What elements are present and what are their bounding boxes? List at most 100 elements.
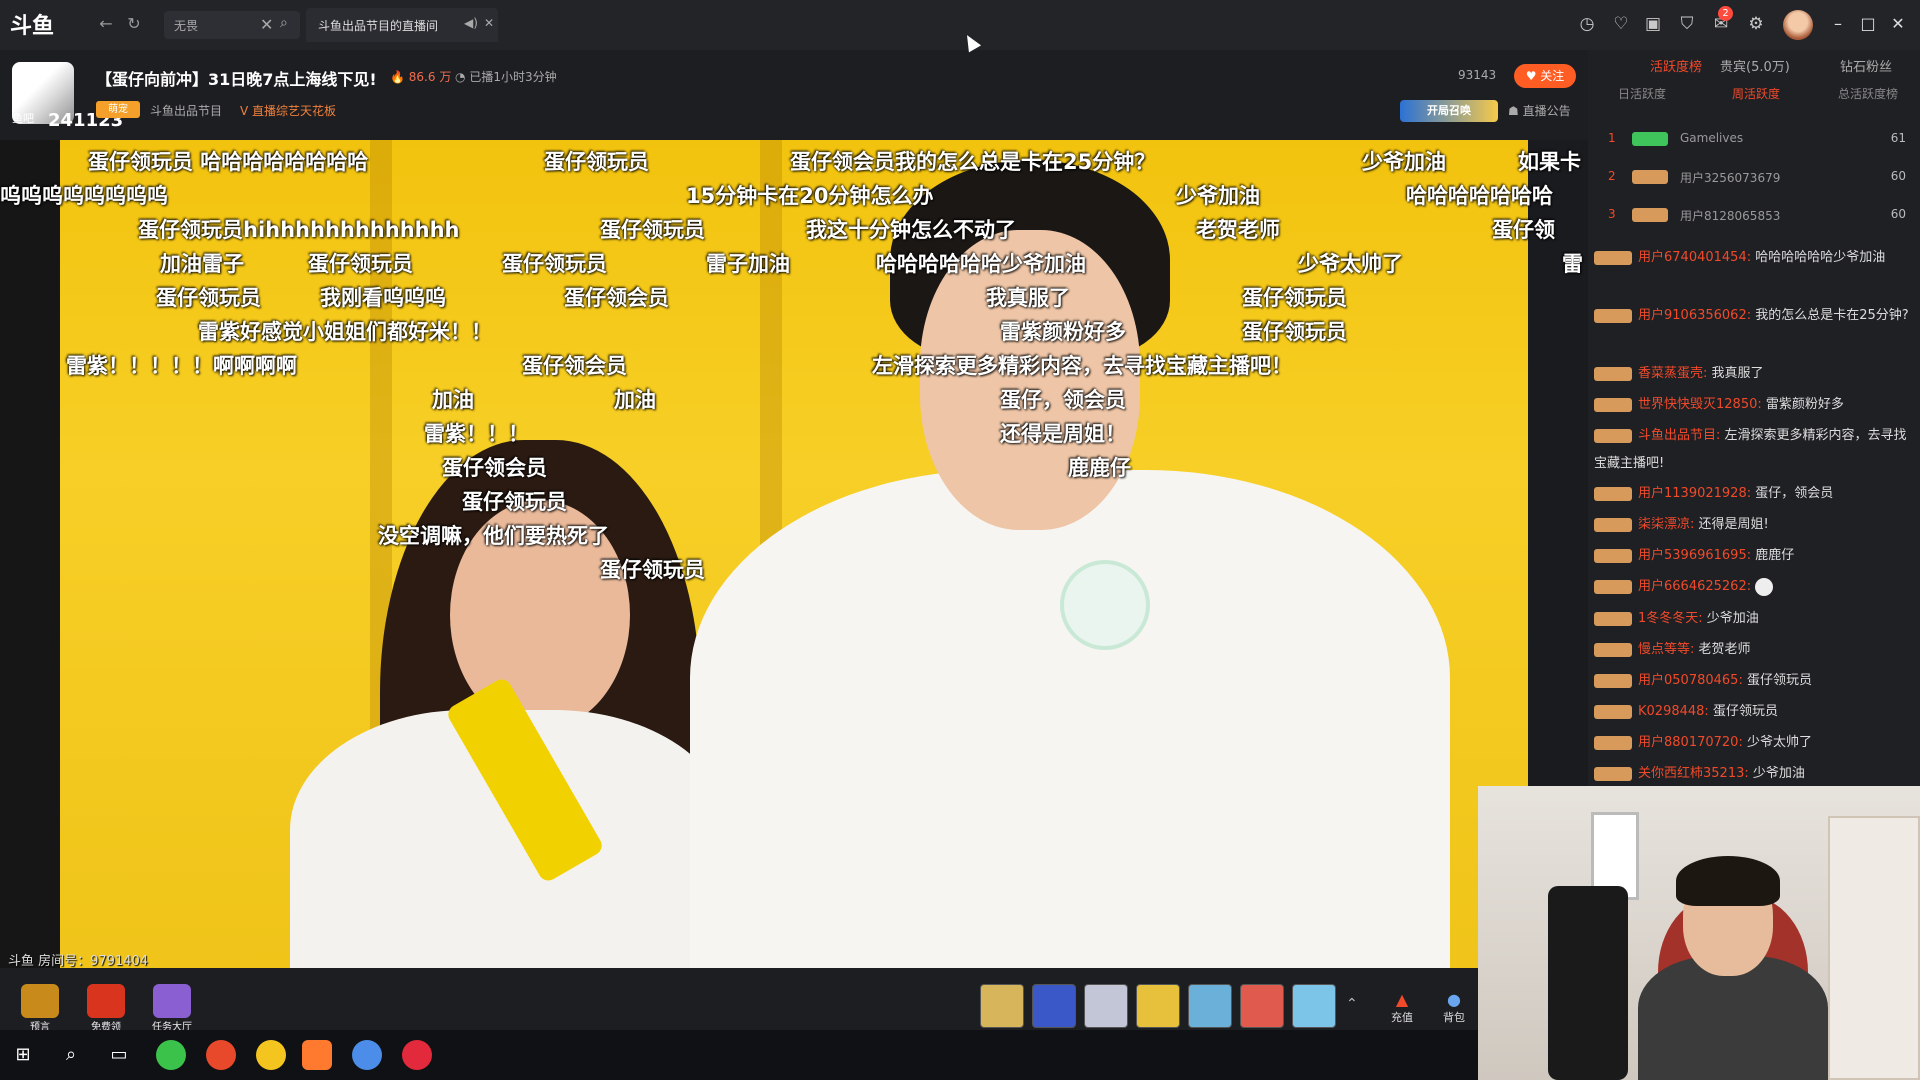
notification-badge: 2 xyxy=(1718,6,1733,21)
gift-card-icon[interactable] xyxy=(1136,984,1180,1028)
fan-badge-icon xyxy=(1594,308,1632,323)
chat-user[interactable]: 用户1139021928: xyxy=(1638,486,1751,501)
notice-label: 直播公告 xyxy=(1522,104,1571,118)
danmaku: 雷紫颜粉好多 xyxy=(1000,320,1126,344)
user-avatar[interactable] xyxy=(1783,10,1813,40)
danmaku: 蛋仔领玩员 xyxy=(462,490,567,514)
tab-diamond-fans[interactable]: 钻石粉丝 xyxy=(1840,56,1892,75)
gift-plane-icon[interactable] xyxy=(980,984,1024,1028)
fan-badge-icon xyxy=(1594,250,1632,265)
chat-user[interactable]: 1冬冬冬天: xyxy=(1638,611,1703,626)
follow-button[interactable]: ♥ 关注 xyxy=(1514,64,1576,88)
chat-text: 蛋仔，领会员 xyxy=(1755,486,1834,501)
back-icon[interactable]: ← xyxy=(96,14,116,34)
chat-message[interactable]: 1冬冬冬天: 少爷加油 xyxy=(1594,605,1914,633)
task-view-icon[interactable]: ▭ xyxy=(104,1040,134,1070)
subtab-total[interactable]: 总活跃度榜 xyxy=(1838,85,1898,102)
chat-message[interactable]: 香菜蒸蛋壳: 我真服了 xyxy=(1594,360,1914,388)
backpack-button[interactable]: ● 背包 xyxy=(1432,990,1476,1026)
summon-button[interactable]: 开局召唤 xyxy=(1400,100,1498,122)
fan-badge-icon xyxy=(1632,170,1668,184)
windows-start-icon[interactable]: ⊞ xyxy=(8,1040,38,1070)
gift-jet-icon[interactable] xyxy=(1084,984,1128,1028)
fan-badge-icon xyxy=(1594,704,1632,719)
tab-activity[interactable]: 活跃度榜 xyxy=(1650,56,1702,75)
search-box[interactable]: 无畏 ✕ ⌕ xyxy=(164,11,300,39)
taskbar-search-icon[interactable]: ⌕ xyxy=(56,1040,86,1070)
chat-message[interactable]: 慢点等等: 老贺老师 xyxy=(1594,636,1914,664)
browser-icon[interactable] xyxy=(256,1040,286,1070)
task-hall-button[interactable]: 任务大厅 xyxy=(148,984,196,1036)
chat-message[interactable]: 用户6664625262: xyxy=(1594,573,1914,601)
chat-message[interactable]: 用户1139021928: 蛋仔，领会员 xyxy=(1594,480,1914,508)
favorite-icon[interactable]: ♡ xyxy=(1610,13,1632,35)
chat-user[interactable]: 用户6664625262: xyxy=(1638,579,1751,594)
chat-user[interactable]: 用户880170720: xyxy=(1638,735,1743,750)
gift-box-icon[interactable] xyxy=(1188,984,1232,1028)
gift-ticket-icon[interactable] xyxy=(1240,984,1284,1028)
history-icon[interactable]: ◷ xyxy=(1576,13,1598,35)
chat-message[interactable]: K0298448: 蛋仔领玩员 xyxy=(1594,698,1914,726)
chat-user[interactable]: 用户5396961695: xyxy=(1638,548,1751,563)
gift-rocket-icon[interactable] xyxy=(1032,984,1076,1028)
danmaku: 雷 xyxy=(1562,252,1583,276)
danmaku: 蛋仔领玩员 xyxy=(1242,286,1347,310)
search-text[interactable]: 无畏 xyxy=(174,17,198,34)
chat-user[interactable]: 柒柒漂凉: xyxy=(1638,517,1694,532)
free-claim-button[interactable]: 免费领 xyxy=(82,984,130,1036)
wechat-icon[interactable] xyxy=(156,1040,186,1070)
chat-user[interactable]: 香菜蒸蛋壳: xyxy=(1638,366,1707,381)
room-number: 斗鱼 房间号：9791404 xyxy=(8,954,149,969)
subtab-daily[interactable]: 日活跃度 xyxy=(1618,85,1666,102)
chat-message[interactable]: 世界快快毁灭12850: 雷紫颜粉好多 xyxy=(1594,391,1914,419)
chrome-icon[interactable] xyxy=(352,1040,382,1070)
room-tag[interactable]: 萌宠 xyxy=(96,101,140,118)
chat-user[interactable]: 用户050780465: xyxy=(1638,673,1743,688)
room-rank[interactable]: V 直播综艺天花板 xyxy=(240,102,336,119)
expand-gifts-icon[interactable]: ⌃ xyxy=(1346,996,1358,1012)
clear-icon[interactable]: ✕ xyxy=(260,15,273,34)
shirt-icon[interactable]: ⛉ xyxy=(1676,13,1698,35)
chat-user[interactable]: 用户9106356062: xyxy=(1638,308,1751,323)
rank-row[interactable]: 2 用户3256073679 60 xyxy=(1600,164,1910,190)
minimize-icon[interactable]: – xyxy=(1826,12,1850,36)
chat-user[interactable]: 斗鱼出品节目: xyxy=(1638,428,1720,443)
recharge-button[interactable]: ▲ 充值 xyxy=(1380,990,1424,1026)
chat-user[interactable]: K0298448: xyxy=(1638,704,1709,719)
douyu-app-icon[interactable] xyxy=(302,1040,332,1070)
close-icon[interactable]: ✕ xyxy=(1886,12,1910,36)
chat-message[interactable]: 关你西红柿35213: 少爷加油 xyxy=(1594,760,1914,788)
tab-vip[interactable]: 贵宾(5.0万) xyxy=(1720,56,1790,75)
rank-row[interactable]: 3 用户8128065853 60 xyxy=(1600,202,1910,228)
chat-message[interactable]: 用户6740401454: 哈哈哈哈哈哈少爷加油 xyxy=(1594,244,1914,272)
fire-icon xyxy=(87,984,125,1018)
chat-user[interactable]: 关你西红柿35213: xyxy=(1638,766,1749,781)
prophecy-button[interactable]: 预言 xyxy=(16,984,64,1036)
chat-user[interactable]: 用户6740401454: xyxy=(1638,250,1751,265)
chat-user[interactable]: 世界快快毁灭12850: xyxy=(1638,397,1762,412)
webcam-streamer-hair xyxy=(1676,856,1780,906)
maximize-icon[interactable]: □ xyxy=(1856,12,1880,36)
chat-message[interactable]: 柒柒漂凉: 还得是周姐! xyxy=(1594,511,1914,539)
chat-message[interactable]: 用户9106356062: 我的怎么总是卡在25分钟? xyxy=(1594,302,1914,330)
settings-icon[interactable]: ⚙ xyxy=(1745,13,1767,35)
notice-button[interactable]: ☗ 直播公告 xyxy=(1508,102,1571,119)
music-icon[interactable] xyxy=(402,1040,432,1070)
chat-user[interactable]: 慢点等等: xyxy=(1638,642,1694,657)
refresh-icon[interactable]: ↻ xyxy=(124,14,144,34)
search-icon[interactable]: ⌕ xyxy=(280,15,288,31)
subtab-weekly[interactable]: 周活跃度 xyxy=(1732,85,1780,102)
tab-close-icon[interactable]: ✕ xyxy=(484,16,494,30)
browser-tab[interactable]: 斗鱼出品节目的直播间 ◀) ✕ xyxy=(306,8,498,42)
chat-message[interactable]: 用户050780465: 蛋仔领玩员 xyxy=(1594,667,1914,695)
calendar-icon[interactable]: ▣ xyxy=(1642,13,1664,35)
rank-row[interactable]: 1 Gamelives 61 xyxy=(1600,126,1910,152)
room-category[interactable]: 斗鱼出品节目 xyxy=(150,102,222,119)
douyu-logo[interactable]: 斗鱼 xyxy=(10,8,76,39)
speaker-icon[interactable]: ◀) xyxy=(464,16,478,30)
gift-pet-icon[interactable] xyxy=(1292,984,1336,1028)
chat-message[interactable]: 用户880170720: 少爷太帅了 xyxy=(1594,729,1914,757)
chat-message[interactable]: 用户5396961695: 鹿鹿仔 xyxy=(1594,542,1914,570)
app-icon[interactable] xyxy=(206,1040,236,1070)
chat-message[interactable]: 斗鱼出品节目: 左滑探索更多精彩内容，去寻找宝藏主播吧! xyxy=(1594,422,1914,478)
